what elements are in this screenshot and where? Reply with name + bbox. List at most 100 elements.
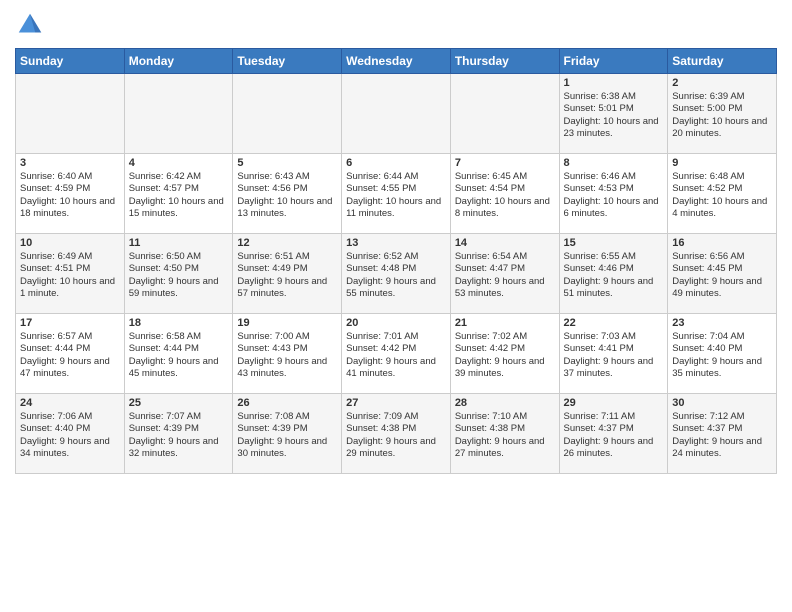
day-info: Daylight: 9 hours and 41 minutes. <box>346 356 446 381</box>
day-info: Sunrise: 7:09 AM <box>346 411 446 423</box>
day-number: 2 <box>672 77 772 89</box>
logo <box>15 10 49 40</box>
day-info: Daylight: 10 hours and 1 minute. <box>20 276 120 301</box>
day-cell: 11Sunrise: 6:50 AMSunset: 4:50 PMDayligh… <box>124 234 233 314</box>
day-info: Daylight: 9 hours and 59 minutes. <box>129 276 229 301</box>
day-cell: 29Sunrise: 7:11 AMSunset: 4:37 PMDayligh… <box>559 394 668 474</box>
day-number: 21 <box>455 317 555 329</box>
week-row-4: 17Sunrise: 6:57 AMSunset: 4:44 PMDayligh… <box>16 314 777 394</box>
day-info: Sunset: 4:47 PM <box>455 263 555 275</box>
day-info: Sunrise: 7:12 AM <box>672 411 772 423</box>
day-cell: 30Sunrise: 7:12 AMSunset: 4:37 PMDayligh… <box>668 394 777 474</box>
day-info: Sunset: 4:49 PM <box>237 263 337 275</box>
day-info: Sunrise: 7:08 AM <box>237 411 337 423</box>
day-info: Sunrise: 6:39 AM <box>672 91 772 103</box>
day-info: Sunset: 4:56 PM <box>237 183 337 195</box>
day-cell: 6Sunrise: 6:44 AMSunset: 4:55 PMDaylight… <box>342 154 451 234</box>
day-info: Daylight: 9 hours and 53 minutes. <box>455 276 555 301</box>
day-number: 29 <box>564 397 664 409</box>
day-info: Daylight: 9 hours and 27 minutes. <box>455 436 555 461</box>
day-number: 20 <box>346 317 446 329</box>
header-cell-friday: Friday <box>559 49 668 74</box>
day-info: Sunset: 4:54 PM <box>455 183 555 195</box>
calendar-table: SundayMondayTuesdayWednesdayThursdayFrid… <box>15 48 777 474</box>
day-info: Sunrise: 6:50 AM <box>129 251 229 263</box>
day-cell <box>16 74 125 154</box>
header <box>15 10 777 40</box>
day-info: Daylight: 9 hours and 55 minutes. <box>346 276 446 301</box>
day-info: Daylight: 9 hours and 51 minutes. <box>564 276 664 301</box>
day-info: Daylight: 9 hours and 49 minutes. <box>672 276 772 301</box>
day-info: Sunset: 4:51 PM <box>20 263 120 275</box>
day-info: Sunrise: 7:07 AM <box>129 411 229 423</box>
day-number: 24 <box>20 397 120 409</box>
day-info: Sunset: 5:00 PM <box>672 103 772 115</box>
day-number: 18 <box>129 317 229 329</box>
day-cell: 20Sunrise: 7:01 AMSunset: 4:42 PMDayligh… <box>342 314 451 394</box>
day-info: Daylight: 10 hours and 13 minutes. <box>237 196 337 221</box>
day-number: 17 <box>20 317 120 329</box>
day-number: 10 <box>20 237 120 249</box>
header-cell-wednesday: Wednesday <box>342 49 451 74</box>
day-info: Daylight: 10 hours and 18 minutes. <box>20 196 120 221</box>
day-info: Sunset: 5:01 PM <box>564 103 664 115</box>
day-info: Sunrise: 6:57 AM <box>20 331 120 343</box>
day-info: Sunset: 4:42 PM <box>346 343 446 355</box>
day-info: Daylight: 9 hours and 39 minutes. <box>455 356 555 381</box>
day-info: Sunset: 4:38 PM <box>346 423 446 435</box>
day-info: Sunrise: 7:10 AM <box>455 411 555 423</box>
header-row: SundayMondayTuesdayWednesdayThursdayFrid… <box>16 49 777 74</box>
week-row-2: 3Sunrise: 6:40 AMSunset: 4:59 PMDaylight… <box>16 154 777 234</box>
day-cell: 24Sunrise: 7:06 AMSunset: 4:40 PMDayligh… <box>16 394 125 474</box>
day-cell: 14Sunrise: 6:54 AMSunset: 4:47 PMDayligh… <box>450 234 559 314</box>
day-cell: 18 Sunrise: 6:58 AMSunset: 4:44 PMDayligh… <box>124 314 233 394</box>
day-info: Daylight: 9 hours and 30 minutes. <box>237 436 337 461</box>
day-info: Sunset: 4:44 PM <box>129 343 229 355</box>
day-cell: 5Sunrise: 6:43 AMSunset: 4:56 PMDaylight… <box>233 154 342 234</box>
day-info: Sunrise: 6:55 AM <box>564 251 664 263</box>
day-info: Sunset: 4:39 PM <box>129 423 229 435</box>
day-cell: 21Sunrise: 7:02 AMSunset: 4:42 PMDayligh… <box>450 314 559 394</box>
day-info: Sunrise: 6:42 AM <box>129 171 229 183</box>
day-cell <box>124 74 233 154</box>
day-number: 19 <box>237 317 337 329</box>
day-info: Daylight: 10 hours and 11 minutes. <box>346 196 446 221</box>
day-info: Sunrise: 6:58 AM <box>129 331 229 343</box>
day-cell: 13Sunrise: 6:52 AMSunset: 4:48 PMDayligh… <box>342 234 451 314</box>
day-number: 6 <box>346 157 446 169</box>
day-info: Sunset: 4:43 PM <box>237 343 337 355</box>
day-info: Sunset: 4:52 PM <box>672 183 772 195</box>
day-number: 15 <box>564 237 664 249</box>
day-info: Daylight: 9 hours and 45 minutes. <box>129 356 229 381</box>
day-cell: 26Sunrise: 7:08 AMSunset: 4:39 PMDayligh… <box>233 394 342 474</box>
day-info: Sunset: 4:57 PM <box>129 183 229 195</box>
day-info: Daylight: 10 hours and 6 minutes. <box>564 196 664 221</box>
day-info: Sunset: 4:48 PM <box>346 263 446 275</box>
day-cell <box>233 74 342 154</box>
day-info: Daylight: 10 hours and 23 minutes. <box>564 116 664 141</box>
header-cell-tuesday: Tuesday <box>233 49 342 74</box>
day-cell: 7Sunrise: 6:45 AMSunset: 4:54 PMDaylight… <box>450 154 559 234</box>
day-cell: 2Sunrise: 6:39 AMSunset: 5:00 PMDaylight… <box>668 74 777 154</box>
day-info: Daylight: 9 hours and 29 minutes. <box>346 436 446 461</box>
day-number: 8 <box>564 157 664 169</box>
day-cell: 25Sunrise: 7:07 AMSunset: 4:39 PMDayligh… <box>124 394 233 474</box>
day-cell: 19Sunrise: 7:00 AMSunset: 4:43 PMDayligh… <box>233 314 342 394</box>
day-number: 3 <box>20 157 120 169</box>
day-number: 7 <box>455 157 555 169</box>
header-cell-monday: Monday <box>124 49 233 74</box>
day-info: Daylight: 9 hours and 35 minutes. <box>672 356 772 381</box>
day-info: Sunrise: 6:38 AM <box>564 91 664 103</box>
day-info: Sunset: 4:40 PM <box>672 343 772 355</box>
day-number: 11 <box>129 237 229 249</box>
day-info: Daylight: 9 hours and 47 minutes. <box>20 356 120 381</box>
day-number: 5 <box>237 157 337 169</box>
day-info: Sunset: 4:38 PM <box>455 423 555 435</box>
day-cell: 23Sunrise: 7:04 AMSunset: 4:40 PMDayligh… <box>668 314 777 394</box>
day-info: Daylight: 10 hours and 8 minutes. <box>455 196 555 221</box>
day-info: Sunset: 4:46 PM <box>564 263 664 275</box>
day-info: Daylight: 9 hours and 37 minutes. <box>564 356 664 381</box>
day-info: Sunrise: 6:48 AM <box>672 171 772 183</box>
day-info: Sunset: 4:40 PM <box>20 423 120 435</box>
day-info: Sunset: 4:39 PM <box>237 423 337 435</box>
